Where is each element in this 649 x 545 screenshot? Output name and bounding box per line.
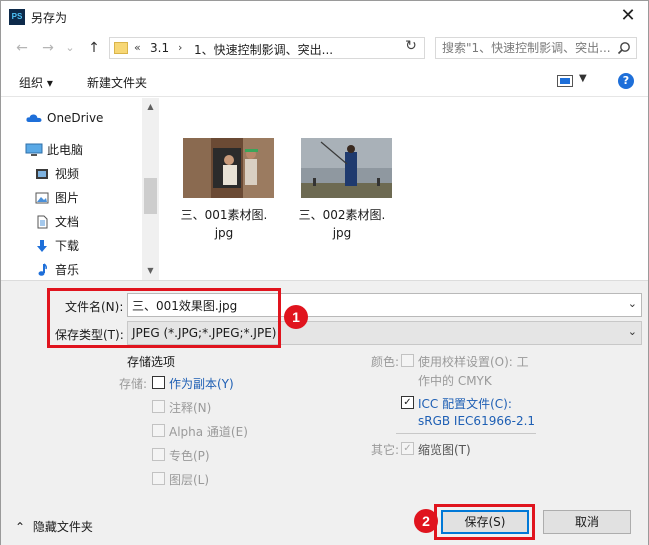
document-icon	[37, 215, 48, 229]
recent-locations-chevron-icon[interactable]: ⌄	[61, 39, 79, 57]
toolbar: 组织 ▾ 新建文件夹 ▼ ?	[1, 65, 648, 97]
chevron-up-icon: ⌃	[15, 520, 26, 534]
filename-dropdown-icon[interactable]: ⌄	[628, 297, 637, 310]
view-mode-icon[interactable]	[557, 75, 573, 87]
organize-menu[interactable]: 组织 ▾	[19, 74, 53, 91]
divider	[396, 433, 536, 434]
proof-setup-checkbox	[401, 354, 414, 367]
color-label: 颜色:	[371, 355, 400, 369]
picture-icon	[35, 192, 49, 204]
step-badge-2: 2	[414, 509, 438, 533]
title-bar: PS 另存为 ✕	[1, 1, 648, 33]
navigation-row: ← → ⌄ ↑ « 3.1 › 1、快速控制影调、突出... ⌄ ↻	[1, 33, 648, 63]
notes-checkbox	[152, 400, 165, 413]
search-icon[interactable]	[617, 41, 631, 55]
file-name: 三、001素材图. jpg	[180, 208, 268, 240]
search-input[interactable]	[442, 40, 612, 56]
spot-colors-checkbox	[152, 448, 165, 461]
file-item[interactable]: 三、001素材图. jpg	[169, 138, 279, 240]
search-box[interactable]	[435, 37, 637, 59]
thumbnail-checkbox: ✓	[401, 442, 414, 455]
computer-icon	[25, 143, 43, 156]
sidebar-scrollbar[interactable]: ▲ ▼	[142, 98, 159, 280]
save-as-dialog: PS 另存为 ✕ ← → ⌄ ↑ « 3.1 › 1、快速控制影调、突出... …	[0, 0, 649, 545]
proof-setup-label: 使用校样设置(O): 工 作中的 CMYK	[418, 355, 529, 388]
icc-profile-label[interactable]: ICC 配置文件(C): sRGB IEC61966-2.1	[418, 395, 535, 428]
sidebar-item-videos[interactable]: 视频	[1, 163, 141, 185]
up-arrow-icon[interactable]: ↑	[85, 39, 103, 57]
sidebar-item-onedrive[interactable]: OneDrive	[1, 107, 141, 129]
close-button[interactable]: ✕	[616, 5, 640, 29]
refresh-icon[interactable]: ↻	[401, 37, 421, 55]
as-copy-label[interactable]: 作为副本(Y)	[169, 375, 234, 392]
sidebar-item-this-pc[interactable]: 此电脑	[1, 139, 141, 161]
save-button[interactable]: 保存(S)	[441, 510, 529, 534]
forward-arrow-icon[interactable]: →	[39, 39, 57, 57]
file-thumbnail	[183, 138, 274, 198]
alpha-channels-label: Alpha 通道(E)	[169, 425, 248, 439]
cancel-button[interactable]: 取消	[543, 510, 631, 534]
file-list: 三、001素材图. jpg 三、002素材图. jpg	[159, 98, 648, 280]
breadcrumb-segment[interactable]: 1、快速控制影调、突出...	[194, 41, 333, 58]
music-icon	[38, 263, 47, 276]
address-bar[interactable]: « 3.1 › 1、快速控制影调、突出... ⌄	[109, 37, 497, 59]
save-options-title: 存储选项	[127, 355, 176, 369]
step-badge-1: 1	[284, 305, 308, 329]
download-icon	[37, 240, 47, 252]
scroll-up-icon[interactable]: ▲	[142, 100, 159, 114]
breadcrumb-segment[interactable]: 3.1	[150, 41, 169, 55]
save-label: 存储:	[119, 377, 148, 391]
file-item[interactable]: 三、002素材图. jpg	[287, 138, 397, 240]
scrollbar-thumb[interactable]	[144, 178, 157, 214]
view-dropdown-icon[interactable]: ▼	[579, 73, 587, 84]
folder-icon	[114, 42, 128, 54]
icc-profile-checkbox[interactable]: ✓	[401, 396, 414, 409]
window-title: 另存为	[31, 11, 68, 25]
sidebar-item-documents[interactable]: 文档	[1, 211, 141, 233]
alpha-channels-checkbox	[152, 424, 165, 437]
hide-folders-toggle[interactable]: ⌃ 隐藏文件夹	[15, 518, 93, 535]
cloud-icon	[26, 114, 42, 122]
video-icon	[36, 169, 48, 179]
back-arrow-icon[interactable]: ←	[13, 39, 31, 57]
highlight-box	[47, 288, 281, 348]
help-icon[interactable]: ?	[618, 73, 634, 89]
spot-colors-label: 专色(P)	[169, 449, 210, 463]
navigation-pane: OneDrive 此电脑 视频 图片 文档 下载 音乐 ▲ ▼	[1, 98, 159, 280]
sidebar-item-music[interactable]: 音乐	[1, 259, 141, 280]
new-folder-button[interactable]: 新建文件夹	[87, 74, 147, 91]
sidebar-item-downloads[interactable]: 下载	[1, 235, 141, 257]
scroll-down-icon[interactable]: ▼	[142, 264, 159, 278]
save-options-panel: 文件名(N): ⌄ 保存类型(T): JPEG (*.JPG;*.JPEG;*.…	[1, 280, 648, 545]
file-name: 三、002素材图. jpg	[298, 208, 386, 240]
sidebar-item-pictures[interactable]: 图片	[1, 187, 141, 209]
file-thumbnail	[301, 138, 392, 198]
as-copy-checkbox[interactable]	[152, 376, 165, 389]
filetype-dropdown-icon[interactable]: ⌄	[628, 325, 637, 338]
notes-label: 注释(N)	[169, 401, 212, 415]
address-overflow-icon[interactable]: «	[134, 41, 141, 54]
other-label: 其它:	[371, 443, 400, 457]
breadcrumb-separator-icon[interactable]: ›	[178, 41, 182, 54]
photoshop-icon: PS	[9, 9, 25, 25]
layers-label: 图层(L)	[169, 473, 210, 487]
layers-checkbox	[152, 472, 165, 485]
thumbnail-label: 缩览图(T)	[418, 443, 471, 457]
